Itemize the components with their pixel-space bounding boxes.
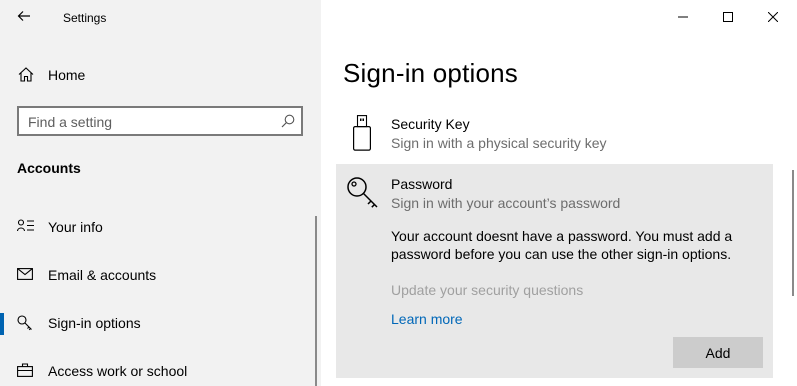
minimize-icon xyxy=(678,9,688,27)
search-box[interactable] xyxy=(17,106,303,136)
option-title: Password xyxy=(391,176,453,192)
sidebar-item-label: Access work or school xyxy=(48,363,188,379)
sidebar-item-your-info[interactable]: Your info xyxy=(0,209,321,245)
sidebar-item-label: Email & accounts xyxy=(48,267,157,283)
sidebar-scrollbar[interactable] xyxy=(315,216,317,386)
key-icon xyxy=(17,315,35,331)
option-subtitle: Sign in with your account’s password xyxy=(391,195,621,211)
minimize-button[interactable] xyxy=(660,0,706,36)
back-button[interactable] xyxy=(8,4,40,32)
back-arrow-icon xyxy=(17,9,31,27)
sidebar: Settings Home Accounts xyxy=(0,0,321,386)
content-scrollbar[interactable] xyxy=(792,170,794,296)
sidebar-item-label: Sign-in options xyxy=(48,315,141,331)
maximize-button[interactable] xyxy=(705,0,751,36)
update-security-questions-link[interactable]: Update your security questions xyxy=(391,282,583,298)
learn-more-link[interactable]: Learn more xyxy=(391,311,463,327)
briefcase-icon xyxy=(17,363,35,379)
mail-icon xyxy=(17,267,35,283)
sidebar-item-label: Your info xyxy=(48,219,103,235)
add-password-button[interactable]: Add xyxy=(673,337,763,368)
sidebar-item-sign-in-options[interactable]: Sign-in options xyxy=(0,305,321,341)
page-title: Sign-in options xyxy=(343,58,518,88)
sidebar-item-label: Home xyxy=(48,67,86,83)
usb-key-icon xyxy=(352,115,372,156)
home-icon xyxy=(18,67,34,87)
selection-indicator xyxy=(0,313,4,335)
option-title: Security Key xyxy=(391,116,470,132)
search-icon[interactable] xyxy=(281,114,295,133)
person-list-icon xyxy=(16,219,35,235)
password-message: Your account doesnt have a password. You… xyxy=(391,228,733,262)
security-key-option[interactable]: Security Key Sign in with a physical sec… xyxy=(336,108,773,160)
key-icon xyxy=(346,176,382,217)
option-subtitle: Sign in with a physical security key xyxy=(391,135,607,151)
sidebar-item-email-accounts[interactable]: Email & accounts xyxy=(0,257,321,293)
close-icon xyxy=(767,9,779,27)
app-title: Settings xyxy=(63,11,107,25)
close-button[interactable] xyxy=(750,0,796,36)
settings-window: Settings Home Accounts xyxy=(0,0,797,386)
search-input[interactable] xyxy=(28,113,268,131)
maximize-icon xyxy=(723,9,733,27)
section-heading: Accounts xyxy=(17,160,81,176)
sidebar-item-access-work-school[interactable]: Access work or school xyxy=(0,353,321,386)
password-option[interactable]: Password Sign in with your account’s pas… xyxy=(336,164,773,378)
sidebar-item-home[interactable]: Home xyxy=(0,60,321,90)
